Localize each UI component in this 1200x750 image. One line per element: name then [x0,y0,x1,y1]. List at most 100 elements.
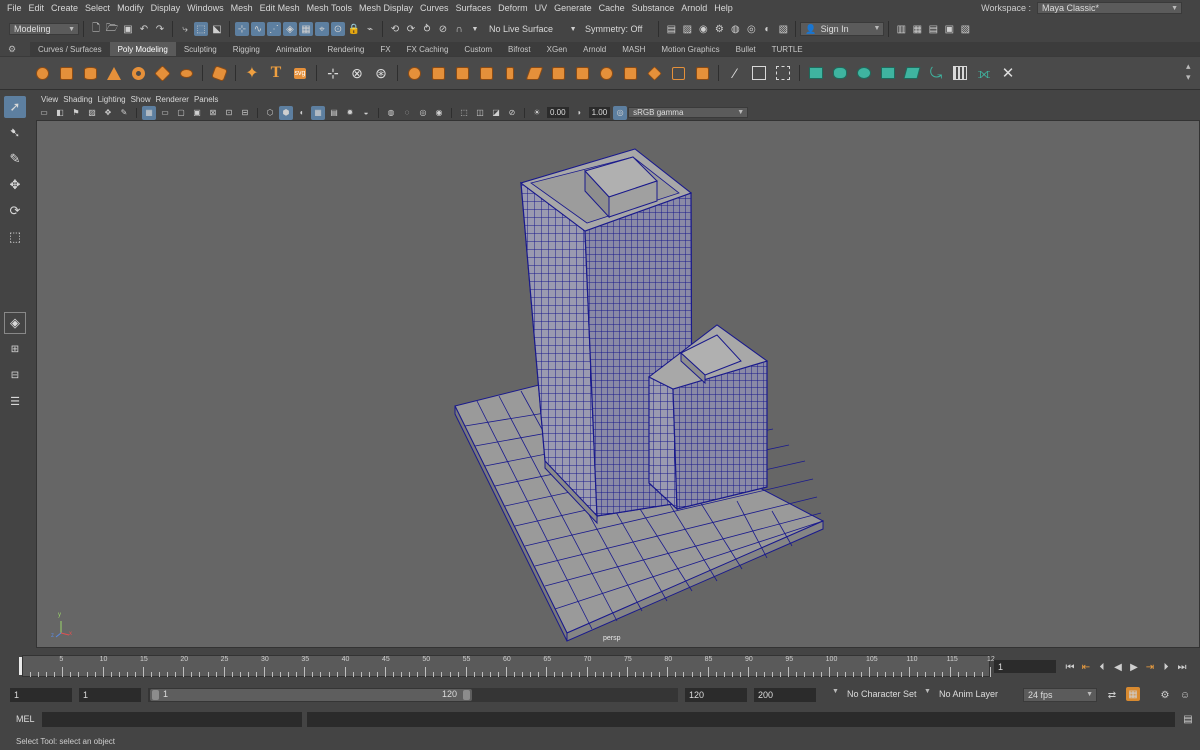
color-space-dropdown[interactable]: sRGB gamma ▼ [628,107,749,118]
channel-box-icon[interactable]: ▧ [958,22,972,36]
uv-cut-icon[interactable]: ✕ [998,63,1018,83]
select-camera-icon[interactable]: ▭ [37,106,51,120]
film-gate-icon[interactable]: ▭ [158,106,172,120]
select-tool-icon[interactable]: ➚ [4,96,26,118]
grease-pencil-icon[interactable]: ✎ [117,106,131,120]
menu-cache[interactable]: Cache [599,3,625,13]
textured-icon[interactable]: ▤ [327,106,341,120]
playback-start-field[interactable]: 1 [79,688,141,702]
separate-icon[interactable] [428,63,448,83]
snap-live-icon[interactable]: ⌖ [315,22,329,36]
save-scene-icon[interactable]: ▣ [121,22,135,36]
range-slider[interactable]: 1 120 [148,688,678,702]
screen-space-ao-icon[interactable]: ◍ [384,106,398,120]
safe-title-icon[interactable]: ⊟ [238,106,252,120]
use-all-lights-icon[interactable]: ✹ [343,106,357,120]
render-view-icon[interactable]: ▤ [664,22,678,36]
default-material-icon[interactable]: ◐ [295,106,309,120]
step-back-frame-icon[interactable]: ⏴ [1095,660,1109,674]
uv-planar-icon[interactable] [806,63,826,83]
poly-platonic-icon[interactable] [209,63,229,83]
poly-sphere-icon[interactable] [32,63,52,83]
xray-joints-icon[interactable]: ⊘ [505,106,519,120]
viewport-menu-show[interactable]: Show [131,95,151,104]
loop-icon[interactable]: ⇄ [1105,688,1119,702]
anim-prefs-icon[interactable]: ⚙ [1158,688,1172,702]
wireframe-icon[interactable]: ⬡ [263,106,277,120]
svg-tool-icon[interactable]: svg [290,63,310,83]
shelf-tab-turtle[interactable]: TURTLE [764,42,811,56]
menu-uv[interactable]: UV [535,3,548,13]
isolate-select-icon[interactable]: ⬚ [457,106,471,120]
exposure-icon[interactable]: ☀ [530,106,544,120]
start-time-field[interactable]: 1 [10,688,72,702]
sweep-mesh-icon[interactable]: ✦ [242,63,262,83]
uv-spherical-icon[interactable] [854,63,874,83]
wireframe-on-shaded-icon[interactable]: ▦ [311,105,325,120]
render-sequence-icon[interactable]: ▧ [776,22,790,36]
make-live-icon[interactable]: ⌁ [363,22,377,36]
shelf-tab-xgen[interactable]: XGen [539,42,575,56]
menu-generate[interactable]: Generate [554,3,592,13]
poly-torus-icon[interactable] [128,63,148,83]
shelf-tab-fx-caching[interactable]: FX Caching [399,42,457,56]
shelf-tab-bifrost[interactable]: Bifrost [500,42,539,56]
attribute-editor-icon[interactable]: ▤ [926,22,940,36]
menu-substance[interactable]: Substance [632,3,675,13]
snap-view-icon[interactable]: ▦ [299,22,313,36]
menu-file[interactable]: File [7,3,22,13]
select-hierarchy-icon[interactable]: ⤷ [178,22,192,36]
gamma-icon[interactable]: ◑ [572,106,586,120]
insert-edge-icon[interactable] [773,63,793,83]
camera-attributes-icon[interactable]: ◧ [53,106,67,120]
step-forward-frame-icon[interactable]: ⏵ [1159,660,1173,674]
gamma-field[interactable]: 1.00 [588,107,611,118]
menu-curves[interactable]: Curves [420,3,449,13]
poly-disc-icon[interactable] [176,63,196,83]
four-view-layout-icon[interactable]: ⊞ [4,338,26,360]
open-scene-icon[interactable]: 🗁 [105,22,119,36]
single-perspective-layout-icon[interactable]: ◈ [4,312,26,334]
shelf-scroll[interactable]: ▴ ▾ [1186,61,1196,85]
resolution-gate-icon[interactable]: ▢ [174,106,188,120]
poly-cube-icon[interactable] [56,63,76,83]
color-management-icon[interactable]: ◎ [613,105,628,120]
anti-aliasing-icon[interactable]: ◎ [416,106,430,120]
shelf-tab-rendering[interactable]: Rendering [319,42,372,56]
viewport-menu-view[interactable]: View [41,95,58,104]
poly-plane-icon[interactable] [152,63,172,83]
mel-input[interactable] [42,712,302,727]
xray-active-icon[interactable]: ◪ [489,106,503,120]
paint-select-icon[interactable]: ✎ [4,148,26,170]
menu-mesh-tools[interactable]: Mesh Tools [307,3,352,13]
character-set-label[interactable]: No Character Set [847,689,917,699]
construction-icon[interactable]: ⊘ [436,22,450,36]
combine-icon[interactable] [404,63,424,83]
shelf-tab-motion-graphics[interactable]: Motion Graphics [653,42,727,56]
field-chart-icon[interactable]: ⊠ [206,106,220,120]
extrude-icon[interactable] [524,63,544,83]
shelf-tab-mash[interactable]: MASH [614,42,653,56]
shelf-tab-sculpting[interactable]: Sculpting [176,42,225,56]
modeling-toolkit-icon[interactable]: ▦ [910,22,924,36]
viewport-menu-lighting[interactable]: Lighting [98,95,126,104]
menu-mesh[interactable]: Mesh [231,3,253,13]
menu-deform[interactable]: Deform [498,3,528,13]
chevron-down-icon[interactable]: ▼ [832,688,839,695]
uv-automatic-icon[interactable] [878,63,898,83]
smooth-shade-icon[interactable]: ⬢ [279,105,293,120]
image-plane-icon[interactable]: ▨ [85,106,99,120]
reduce-icon[interactable] [692,63,712,83]
delete-pivot-icon[interactable]: ⊗ [347,63,367,83]
step-forward-key-icon[interactable]: ⇥ [1143,660,1157,674]
wedge-icon[interactable] [644,63,664,83]
viewport-menu-renderer[interactable]: Renderer [156,95,189,104]
smooth-icon[interactable] [452,63,472,83]
mode-dropdown[interactable]: Modeling ▼ [9,23,79,35]
step-back-key-icon[interactable]: ⇤ [1079,660,1093,674]
script-editor-icon[interactable]: ▤ [1181,712,1195,726]
bridge-icon[interactable] [548,63,568,83]
bookmark-icon[interactable]: ⚑ [69,106,83,120]
center-pivot-icon[interactable]: ⊛ [371,63,391,83]
fill-hole-icon[interactable] [596,63,616,83]
